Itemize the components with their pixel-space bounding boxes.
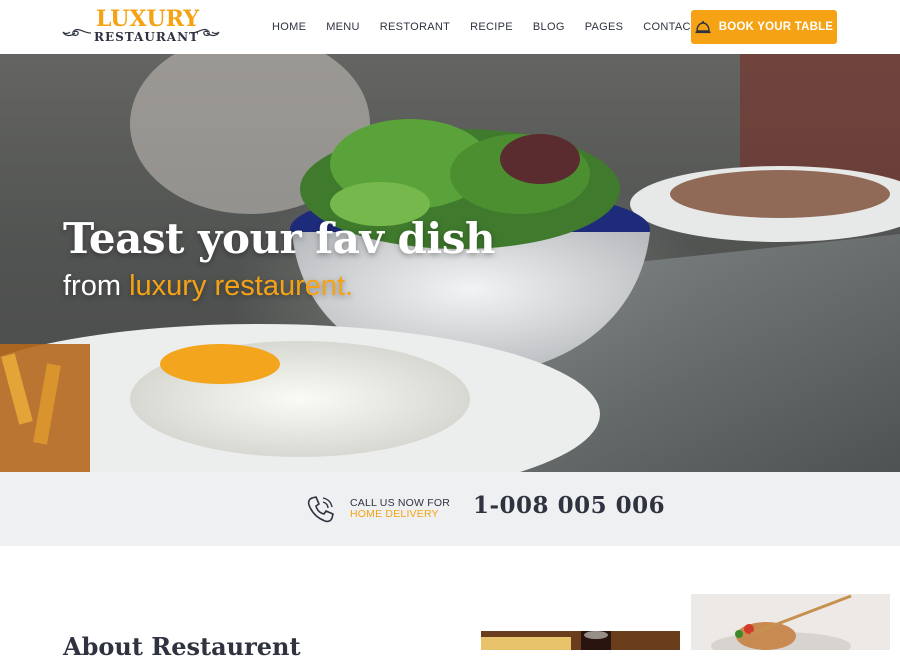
brand-logo[interactable]: LUXURY RESTAURANT (62, 8, 220, 46)
call-label-line2: HOME DELIVERY (350, 508, 439, 520)
book-table-button[interactable]: BOOK YOUR TABLE (691, 10, 837, 44)
flourish-right-icon (190, 28, 220, 37)
about-photo-wine (481, 631, 680, 650)
hero-subtitle-accent: luxury restaurent. (129, 270, 354, 302)
phone-icon (307, 496, 334, 523)
cloche-icon (695, 21, 711, 34)
nav-item-blog[interactable]: BLOG (533, 21, 565, 33)
main-nav: HOME MENU RESTORANT RECIPE BLOG PAGES CO… (262, 0, 708, 54)
nav-item-restorant[interactable]: RESTORANT (380, 21, 450, 33)
hero-banner: Teast your fav dish from luxury restaure… (0, 54, 900, 472)
dish-photo (691, 594, 890, 650)
logo-wordmark-bottom: RESTAURANT (94, 30, 200, 44)
about-photo-dish (691, 594, 890, 650)
about-title: About Restaurent (63, 632, 301, 661)
hero-subtitle: from luxury restaurent. (63, 270, 353, 303)
nav-item-contact[interactable]: CONTACT (643, 21, 697, 33)
hero-food-photo (0, 54, 900, 472)
nav-item-menu[interactable]: MENU (326, 21, 360, 33)
nav-item-pages[interactable]: PAGES (585, 21, 624, 33)
hero-title: Teast your fav dish (63, 214, 496, 263)
flourish-left-icon (62, 28, 92, 37)
wine-photo (481, 631, 680, 650)
nav-item-home[interactable]: HOME (272, 21, 306, 33)
logo-wordmark-top: LUXURY (96, 6, 200, 32)
phone-number[interactable]: 1-008 005 006 (473, 492, 665, 519)
hero-subtitle-prefix: from (63, 270, 121, 302)
site-header: LUXURY RESTAURANT HOME MENU RESTORANT RE… (0, 0, 900, 54)
book-table-label: BOOK YOUR TABLE (718, 21, 834, 33)
delivery-callbar: CALL US NOW FOR HOME DELIVERY 1-008 005 … (0, 472, 900, 546)
nav-item-recipe[interactable]: RECIPE (470, 21, 513, 33)
